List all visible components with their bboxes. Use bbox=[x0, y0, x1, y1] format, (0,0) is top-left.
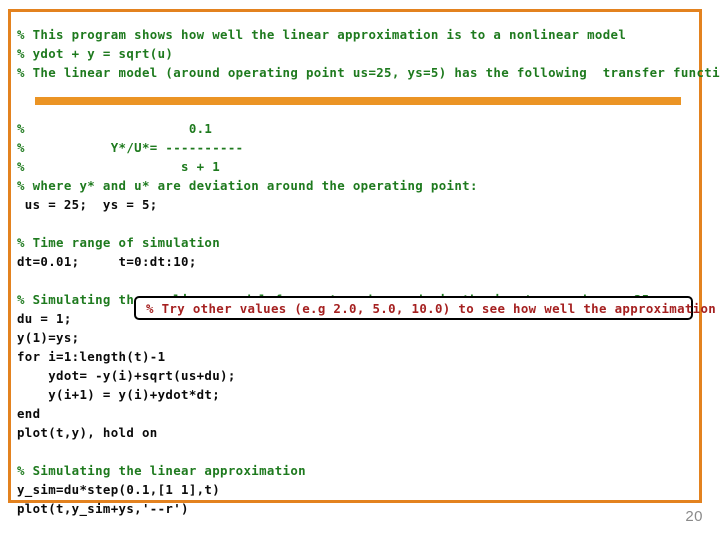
code-line: % Y*/U*= ---------- bbox=[17, 140, 244, 155]
code-line: % Time range of simulation bbox=[17, 235, 221, 250]
code-line: y(1)=ys; bbox=[17, 330, 80, 345]
code-line: % ydot + y = sqrt(u) bbox=[17, 46, 174, 61]
code-line: plot(t,y_sim+ys,'--r') bbox=[17, 501, 189, 516]
code-line: ydot= -y(i)+sqrt(us+du); bbox=[17, 368, 236, 383]
code-line: end bbox=[17, 406, 41, 421]
code-line: us = 25; ys = 5; bbox=[17, 197, 158, 212]
code-line: % s + 1 bbox=[17, 159, 221, 174]
code-line: % 0.1 bbox=[17, 121, 213, 136]
code-line: dt=0.01; t=0:dt:10; bbox=[17, 254, 197, 269]
callout-box: % Try other values (e.g 2.0, 5.0, 10.0) … bbox=[134, 296, 716, 320]
slide-frame: % This program shows how well the linear… bbox=[8, 9, 720, 516]
code-line: % This program shows how well the linear… bbox=[17, 27, 627, 42]
code-line: y_sim=du*step(0.1,[1 1],t) bbox=[17, 482, 221, 497]
code-line: % Simulating the linear approximation bbox=[17, 463, 306, 478]
code-line: y(i+1) = y(i)+ydot*dt; bbox=[17, 387, 221, 402]
callout-text: % Try other values (e.g 2.0, 5.0, 10.0) … bbox=[146, 301, 720, 316]
code-line: % where y* and u* are deviation around t… bbox=[17, 178, 478, 193]
code-line: du = 1; bbox=[17, 311, 72, 326]
orange-separator-bar bbox=[35, 97, 681, 105]
code-line: for i=1:length(t)-1 bbox=[17, 349, 166, 364]
code-line: % The linear model (around operating poi… bbox=[17, 65, 720, 80]
page-number: 20 bbox=[685, 508, 703, 525]
code-listing: % This program shows how well the linear… bbox=[17, 14, 720, 516]
code-line: plot(t,y), hold on bbox=[17, 425, 158, 440]
